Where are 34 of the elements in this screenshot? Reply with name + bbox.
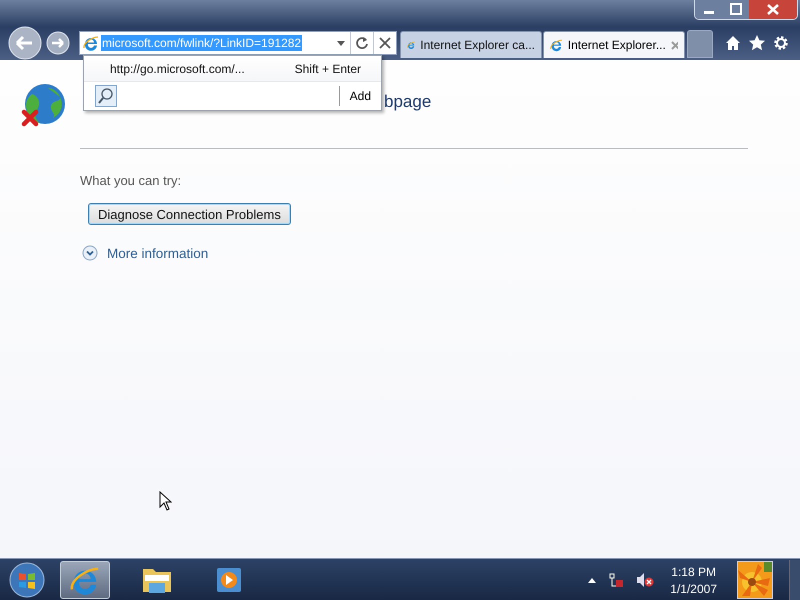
page-heading: bpage — [384, 92, 432, 112]
suggestion-item[interactable]: http://go.microsoft.com/... Shift + Enter — [84, 56, 381, 82]
prompt-text: What you can try: — [80, 173, 182, 188]
browser-tab[interactable]: Internet Explorer... — [543, 31, 685, 58]
show-hidden-icons-button[interactable] — [588, 578, 596, 582]
close-tab-icon[interactable] — [670, 40, 678, 50]
network-error-icon[interactable] — [608, 572, 624, 588]
clock[interactable]: 1:18 PM 1/1/2007 — [670, 564, 717, 596]
browser-icon — [550, 37, 563, 53]
cursor-icon — [159, 491, 172, 511]
forward-button[interactable] — [46, 31, 70, 55]
diagnose-button[interactable]: Diagnose Connection Problems — [88, 203, 291, 225]
back-button[interactable] — [8, 26, 42, 60]
muted-speaker-icon[interactable] — [636, 572, 654, 588]
maximize-button[interactable] — [723, 0, 749, 19]
search-icon[interactable] — [95, 85, 117, 107]
chevron-circle-icon — [82, 245, 98, 261]
dropdown-arrow-icon[interactable] — [337, 40, 345, 46]
media-player-icon — [215, 567, 243, 593]
clock-date: 1/1/2007 — [670, 582, 717, 596]
start-button[interactable] — [8, 561, 46, 599]
clock-time: 1:18 PM — [671, 564, 716, 578]
star-icon[interactable] — [749, 35, 765, 51]
home-icon[interactable] — [725, 35, 741, 51]
settings-icon[interactable] — [773, 35, 789, 51]
minimize-button[interactable] — [695, 0, 723, 19]
more-information-link[interactable]: More information — [82, 245, 800, 261]
browser-icon — [83, 35, 99, 51]
browser-icon — [70, 565, 100, 595]
url-text: microsoft.com/fwlink/?LinkID=191282 — [101, 35, 302, 51]
browser-tab[interactable]: Internet Explorer ca... — [400, 31, 542, 58]
shortcut-text: Shift + Enter — [294, 62, 361, 76]
add-button[interactable]: Add — [338, 86, 381, 106]
close-button[interactable] — [749, 0, 797, 19]
